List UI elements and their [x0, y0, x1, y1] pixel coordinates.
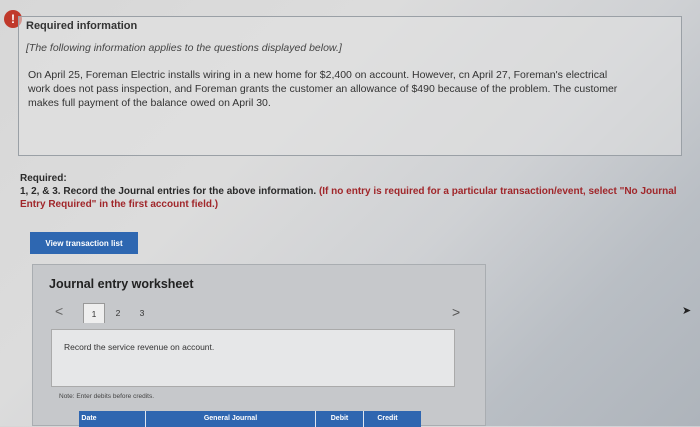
column-general-journal: General Journal	[145, 411, 315, 427]
entry-description-box: Record the service revenue on account.	[51, 329, 455, 387]
view-transaction-list-button[interactable]: View transaction list	[30, 232, 138, 254]
column-date: Date	[81, 415, 97, 422]
required-heading: Required:	[20, 173, 67, 184]
journal-entry-worksheet: Journal entry worksheet < 1 2 3 Record t…	[32, 264, 486, 427]
required-instructions: Required: 1, 2, & 3. Record the Journal …	[20, 172, 680, 211]
column-credit: Credit	[363, 411, 411, 427]
info-body: On April 25, Foreman Electric installs w…	[28, 69, 618, 109]
tab-1[interactable]: 1	[83, 303, 105, 323]
info-title: Required information	[26, 20, 138, 32]
prev-arrow-icon[interactable]: <	[55, 303, 63, 319]
tab-3[interactable]: 3	[131, 303, 153, 323]
info-note: [The following information applies to th…	[26, 42, 342, 54]
mouse-cursor-icon: ➤	[682, 305, 692, 317]
entry-description: Record the service revenue on account.	[64, 342, 215, 352]
column-debit: Debit	[315, 411, 363, 427]
tab-2[interactable]: 2	[107, 303, 129, 323]
journal-table-header: Date General Journal Debit Credit	[79, 411, 421, 427]
worksheet-title: Journal entry worksheet	[49, 277, 194, 291]
debits-credits-note: Note: Enter debits before credits.	[59, 393, 155, 400]
required-task: 1, 2, & 3. Record the Journal entries fo…	[20, 186, 317, 197]
next-arrow-icon[interactable]: >	[452, 304, 460, 320]
